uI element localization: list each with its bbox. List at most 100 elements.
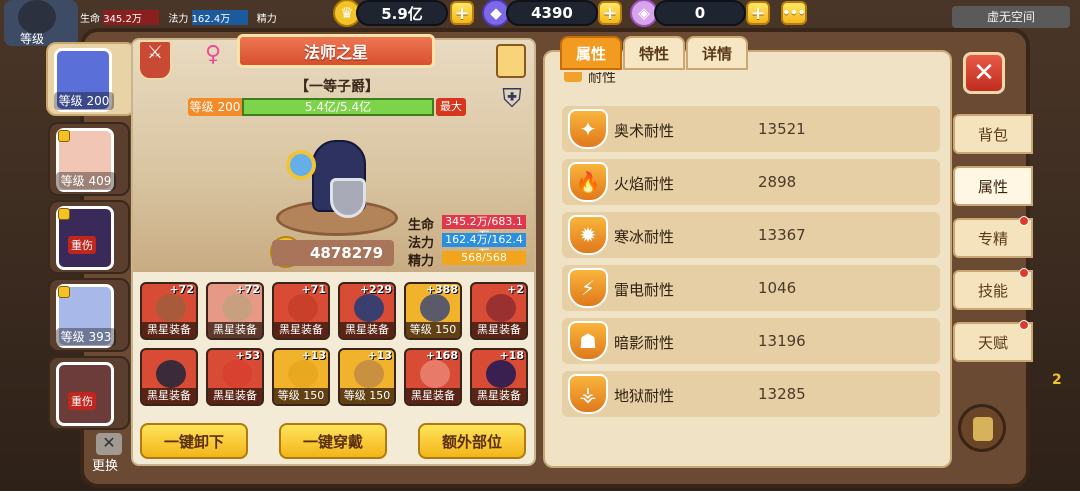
shadow-icon: ☗ <box>568 321 608 361</box>
side-tab[interactable]: 专精 <box>953 216 1033 258</box>
hero-tab[interactable]: 等级 393 <box>48 278 130 352</box>
equipment-slot[interactable]: +2 黑星装备 <box>470 282 528 340</box>
equipment-slot[interactable]: +229 黑星装备 <box>338 282 396 340</box>
equipment-enhance: +229 <box>359 283 392 296</box>
side-tab[interactable]: 技能 <box>953 268 1033 310</box>
resistance-name: 寒冰耐性 <box>614 228 675 246</box>
unequip-all-button[interactable]: 一键卸下 <box>140 423 248 459</box>
side-tab[interactable]: 背包 <box>953 114 1033 154</box>
resistance-value: 1046 <box>758 279 797 297</box>
equipment-enhance: +72 <box>235 283 260 296</box>
equipment-label: 等级 150 <box>274 388 328 404</box>
equip-all-button[interactable]: 一键穿戴 <box>279 423 387 459</box>
tab-traits[interactable]: 特性 <box>623 36 685 70</box>
close-button[interactable]: ✕ <box>963 52 1005 94</box>
notification-dot <box>1019 320 1029 330</box>
hero-tab[interactable]: 重伤 <box>48 356 130 430</box>
equipment-slot[interactable]: +388 等级 150 <box>404 282 462 340</box>
equipment-enhance: +72 <box>169 283 194 296</box>
equipment-label: 黑星装备 <box>142 322 196 338</box>
equipment-art <box>486 360 516 388</box>
equipment-art <box>354 294 384 322</box>
female-gender-icon: ♀ <box>205 42 222 67</box>
resist-section-header: 耐性 <box>560 72 940 98</box>
equipment-enhance: +168 <box>425 349 458 362</box>
hell-icon: ⚶ <box>568 374 608 414</box>
hero-tab[interactable]: 等级 409 <box>48 122 130 196</box>
player-sp-label: 精力 <box>256 14 277 25</box>
player-mp-label: 法力 <box>168 14 189 25</box>
equipment-slot[interactable]: +72 黑星装备 <box>206 282 264 340</box>
tab-details[interactable]: 详情 <box>686 36 748 70</box>
side-tab-label: 背包 <box>977 125 1008 144</box>
equipment-art <box>156 360 186 388</box>
more-menu-button[interactable]: ••• <box>781 1 807 25</box>
equipment-art <box>222 360 252 388</box>
equipment-slot[interactable]: +18 黑星装备 <box>470 348 528 406</box>
equipment-art <box>486 294 516 322</box>
equipment-slot[interactable]: +13 等级 150 <box>338 348 396 406</box>
side-tab[interactable]: 天赋 <box>953 320 1033 362</box>
stat-label: 生命 <box>408 218 435 233</box>
equipment-art <box>420 294 450 322</box>
hero-level: 等级 393 <box>56 328 116 346</box>
equipment-enhance: +13 <box>301 349 326 362</box>
stat-bar: 162.4万/162.4万 <box>442 233 526 260</box>
equipment-label: 黑星装备 <box>274 322 328 338</box>
hero-level-tag: 等级 200 <box>188 98 242 116</box>
resistance-row: ⚶ 地狱耐性 13285 <box>562 371 940 417</box>
faction-crest-icon: ⚔ <box>138 40 172 80</box>
resistance-row: ☗ 暗影耐性 13196 <box>562 318 940 364</box>
equipment-label: 黑星装备 <box>472 388 526 404</box>
side-tab-label: 专精 <box>977 229 1008 248</box>
equipment-label: 黑星装备 <box>406 388 460 404</box>
hero-exp-bar: 5.4亿/5.4亿 <box>242 98 434 116</box>
notification-dot <box>1019 216 1029 226</box>
player-level-label: 等级 <box>20 32 45 46</box>
hero-tab[interactable]: 等级 200 <box>46 42 136 116</box>
crystal-add-button[interactable]: + <box>746 1 770 25</box>
diamond-add-button[interactable]: + <box>598 1 622 25</box>
extra-slots-button[interactable]: 额外部位 <box>418 423 526 459</box>
player-mp-value: 162.4万 <box>191 10 248 25</box>
hero-name-banner: 法师之星 <box>237 34 435 68</box>
resistance-value: 13367 <box>758 226 806 244</box>
crystal-amount: 0 <box>654 0 746 26</box>
player-stats-strip: 生命 345.2万 法力 162.4万 精力 <box>80 10 277 25</box>
equipment-slot[interactable]: +168 黑星装备 <box>404 348 462 406</box>
hero-level: 等级 200 <box>54 92 114 110</box>
equipment-slot[interactable]: +71 黑星装备 <box>272 282 330 340</box>
armor-icon[interactable]: ⛨ <box>496 84 528 118</box>
hero-rank: 【一等子爵】 <box>295 79 379 95</box>
equipment-enhance: +53 <box>235 349 260 362</box>
equipment-art <box>354 360 384 388</box>
resist-header-label: 耐性 <box>588 72 616 86</box>
hero-max-tag: 最大 <box>436 98 466 116</box>
equipment-slot[interactable]: +53 黑星装备 <box>206 348 264 406</box>
equipment-enhance: +388 <box>425 283 458 296</box>
resistance-row: ✦ 奥术耐性 13521 <box>562 106 940 152</box>
player-avatar[interactable]: 等级 <box>4 0 78 46</box>
side-tab[interactable]: 属性 <box>953 166 1033 206</box>
resistance-name: 雷电耐性 <box>614 281 675 299</box>
injury-status: 重伤 <box>68 236 96 254</box>
equipment-art <box>288 294 318 322</box>
hero-tab[interactable]: 重伤 <box>48 200 130 274</box>
tab-attributes[interactable]: 属性 <box>560 36 622 70</box>
resistance-name: 地狱耐性 <box>614 387 675 405</box>
gold-add-button[interactable]: + <box>450 1 474 25</box>
resistance-value: 2898 <box>758 173 797 191</box>
equipment-slot[interactable]: +13 等级 150 <box>272 348 330 406</box>
equipment-slot[interactable]: +72 黑星装备 <box>140 282 198 340</box>
book-icon[interactable] <box>496 44 526 78</box>
change-hero-button[interactable]: ✕ 更换 <box>92 433 126 474</box>
gold-amount: 5.9亿 <box>356 0 448 26</box>
player-hp-label: 生命 <box>80 14 100 25</box>
side-tab-label: 技能 <box>977 281 1008 300</box>
resistance-value: 13285 <box>758 385 806 403</box>
bag-clasp-knob <box>973 417 993 441</box>
player-hp-value: 345.2万 <box>103 10 160 25</box>
equipment-slot[interactable]: 黑星装备 <box>140 348 198 406</box>
diamond-amount: 4390 <box>506 0 598 26</box>
ice-icon: ✹ <box>568 215 608 255</box>
